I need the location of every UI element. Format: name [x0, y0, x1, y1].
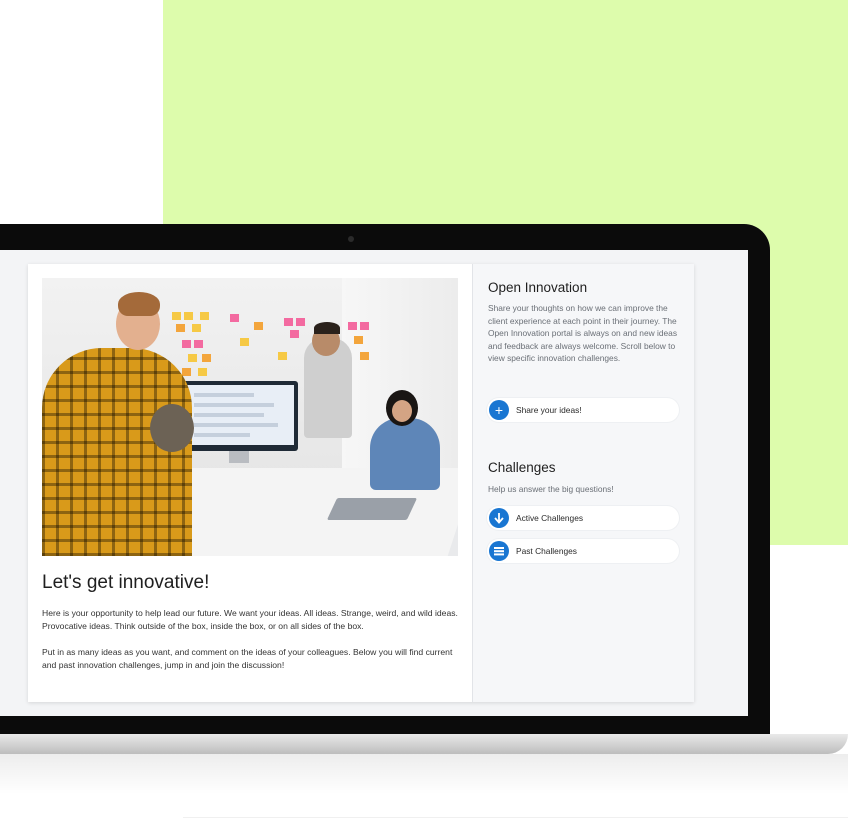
open-innovation-title: Open Innovation — [488, 280, 588, 295]
person-seated-woman — [370, 418, 440, 490]
past-challenges-button[interactable]: Past Challenges — [487, 539, 679, 563]
intro-paragraph: Here is your opportunity to help lead ou… — [42, 608, 458, 631]
laptop-shadow — [0, 754, 848, 794]
laptop-screen: Let's get innovative! Here is your oppor… — [0, 250, 748, 716]
person-yellow-shirt — [42, 348, 192, 556]
content-card: Let's get innovative! Here is your oppor… — [28, 264, 694, 702]
arrow-down-icon — [489, 508, 509, 528]
share-ideas-button[interactable]: + Share your ideas! — [487, 398, 679, 422]
active-challenges-button[interactable]: Active Challenges — [487, 506, 679, 530]
hero-image — [42, 278, 458, 556]
plus-icon: + — [489, 400, 509, 420]
laptop-base — [0, 734, 848, 754]
list-icon — [489, 541, 509, 561]
person-seated-man — [150, 404, 194, 452]
sidebar-panel: Open Innovation Share your thoughts on h… — [473, 264, 694, 702]
challenges-subtitle: Help us answer the big questions! — [488, 484, 614, 494]
open-innovation-description: Share your thoughts on how we can improv… — [488, 303, 678, 364]
challenges-title: Challenges — [488, 460, 556, 475]
page-headline: Let's get innovative! — [42, 572, 210, 593]
laptop-camera — [348, 236, 354, 242]
monitor — [180, 381, 298, 451]
instructions-paragraph: Put in as many ideas as you want, and co… — [42, 647, 453, 670]
